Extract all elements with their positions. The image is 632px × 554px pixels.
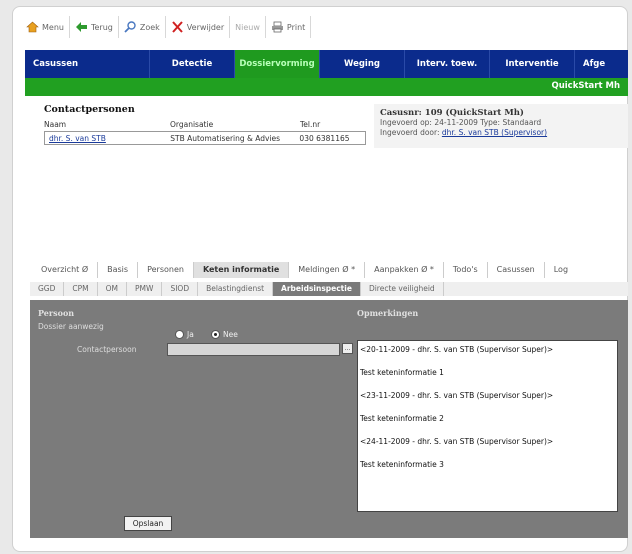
col-organisation: Organisatie [170, 119, 214, 129]
tab-belastingdienst[interactable]: Belastingdienst [198, 282, 274, 296]
contact-name-link[interactable]: dhr. S. van STB [45, 134, 170, 143]
tab-basis[interactable]: Basis [98, 262, 139, 278]
case-entered-on: Ingevoerd op: 24-11-2009 Type: Standaard [380, 118, 542, 127]
save-button[interactable]: Opslaan [124, 516, 172, 531]
new-button[interactable]: Nieuw [230, 16, 266, 38]
printer-icon [271, 21, 283, 33]
tab-ggd[interactable]: GGD [30, 282, 65, 296]
case-author-link[interactable]: dhr. S. van STB (Supervisor) [442, 128, 547, 137]
contact-person-input[interactable] [167, 343, 340, 356]
nav-interv-toew[interactable]: Interv. toew. [405, 50, 490, 78]
contacts-table: Naam Organisatie Tel.nr dhr. S. van STB … [44, 117, 366, 145]
case-number: Casusnr: 109 (QuickStart Mh) [380, 108, 524, 118]
tab-cpm[interactable]: CPM [64, 282, 98, 296]
table-header: Naam Organisatie Tel.nr [44, 117, 366, 131]
chain-tabs: GGD CPM OM PMW SIOD Belastingdienst Arbe… [30, 282, 628, 296]
note-entry-text: Test keteninformatie 3 [360, 460, 444, 469]
table-row[interactable]: dhr. S. van STB STB Automatisering & Adv… [44, 131, 366, 145]
radio-yes-dot[interactable] [175, 330, 184, 339]
nav-weging[interactable]: Weging [320, 50, 405, 78]
person-section-title: Persoon [38, 308, 75, 318]
main-nav: Casussen Detectie Dossiervorming Weging … [25, 50, 628, 78]
case-title: QuickStart Mh [551, 81, 620, 91]
arrow-left-icon [75, 22, 87, 32]
nav-casussen[interactable]: Casussen [25, 50, 150, 78]
contacts-title: Contactpersonen [44, 104, 135, 115]
tab-arbeidsinspectie[interactable]: Arbeidsinspectie [273, 282, 361, 296]
delete-label: Verwijder [186, 22, 225, 32]
tab-log[interactable]: Log [545, 262, 577, 278]
note-entry-header: <24-11-2009 - dhr. S. van STB (Superviso… [360, 437, 554, 446]
radio-yes-label: Ja [187, 330, 194, 339]
nav-interventie[interactable]: Interventie [490, 50, 575, 78]
delete-button[interactable]: Verwijder [166, 16, 231, 38]
case-title-bar: QuickStart Mh [25, 78, 628, 96]
chain-info-panel: Persoon Opmerkingen Dossier aanwezig Ja … [30, 300, 628, 538]
nav-dossiervorming[interactable]: Dossiervorming [235, 50, 320, 78]
tab-siod[interactable]: SIOD [162, 282, 199, 296]
menu-button[interactable]: Menu [21, 16, 70, 38]
col-phone: Tel.nr [300, 119, 321, 129]
home-icon [26, 21, 39, 33]
note-entry-text: Test keteninformatie 1 [360, 368, 444, 377]
note-entry-header: <20-11-2009 - dhr. S. van STB (Superviso… [360, 345, 554, 354]
contacts-section: Contactpersonen [44, 104, 135, 115]
case-entered-by: Ingevoerd door: dhr. S. van STB (Supervi… [380, 128, 622, 138]
radio-no[interactable]: Nee [211, 330, 238, 339]
menu-label: Menu [42, 22, 64, 32]
tab-overzicht[interactable]: Overzicht Ø [32, 262, 99, 278]
case-entered-by-label: Ingevoerd door: [380, 128, 440, 137]
tab-personen[interactable]: Personen [138, 262, 194, 278]
back-label: Terug [90, 22, 113, 32]
note-entry-header: <23-11-2009 - dhr. S. van STB (Superviso… [360, 391, 554, 400]
print-label: Print [286, 22, 306, 32]
contact-organisation: STB Automatisering & Advies [170, 133, 281, 143]
print-button[interactable]: Print [266, 16, 312, 38]
case-info-box: Casusnr: 109 (QuickStart Mh) Ingevoerd o… [374, 104, 628, 148]
nav-afgesloten[interactable]: Afge [575, 50, 628, 78]
tab-aanpakken[interactable]: Aanpakken Ø * [365, 262, 444, 278]
contact-person-label: Contactpersoon [77, 345, 137, 354]
contact-lookup-button[interactable]: … [342, 343, 353, 354]
tab-meldingen[interactable]: Meldingen Ø * [289, 262, 366, 278]
tab-todos[interactable]: Todo's [444, 262, 488, 278]
notes-section-title: Opmerkingen [357, 308, 419, 318]
dossier-label: Dossier aanwezig [38, 322, 104, 331]
tab-keten-informatie[interactable]: Keten informatie [193, 262, 290, 278]
new-label: Nieuw [235, 22, 260, 32]
case-tabs: Overzicht Ø Basis Personen Keten informa… [32, 262, 577, 278]
tab-pmw[interactable]: PMW [127, 282, 163, 296]
toolbar: Menu Terug Zoek Verwijder Nieuw Print [21, 14, 312, 40]
radio-yes[interactable]: Ja [175, 330, 194, 339]
note-entry-text: Test keteninformatie 2 [360, 414, 444, 423]
tab-om[interactable]: OM [98, 282, 128, 296]
nav-detectie[interactable]: Detectie [150, 50, 235, 78]
search-icon [124, 21, 136, 33]
contact-phone: 030 6381165 [299, 133, 350, 143]
search-button[interactable]: Zoek [119, 16, 166, 38]
radio-no-label: Nee [223, 330, 238, 339]
search-label: Zoek [139, 22, 160, 32]
delete-icon [172, 21, 183, 33]
col-name: Naam [44, 119, 67, 129]
notes-textarea[interactable]: <20-11-2009 - dhr. S. van STB (Superviso… [357, 340, 618, 512]
back-button[interactable]: Terug [70, 16, 119, 38]
tab-casussen[interactable]: Casussen [488, 262, 545, 278]
radio-no-dot[interactable] [211, 330, 220, 339]
tab-directe-veiligheid[interactable]: Directe veiligheid [361, 282, 444, 296]
